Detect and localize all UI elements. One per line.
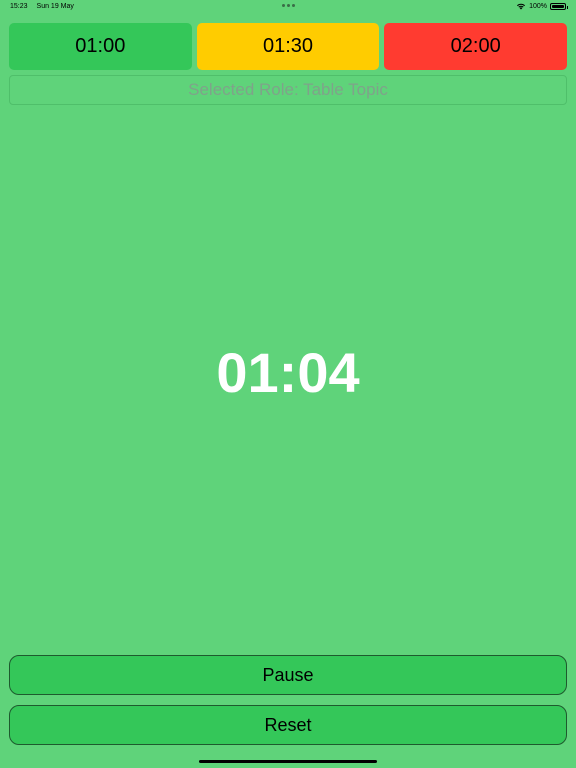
battery-fill	[552, 4, 564, 8]
multitasking-dots[interactable]	[282, 4, 295, 7]
pause-button[interactable]: Pause	[9, 655, 567, 695]
status-left: 15:23 Sun 19 May	[10, 3, 74, 10]
status-date: Sun 19 May	[36, 3, 74, 10]
time-preset-1min30-button[interactable]: 01:30	[196, 23, 380, 70]
dot-icon	[292, 4, 295, 7]
timer-display: 01:04	[216, 341, 360, 404]
battery-icon	[550, 2, 568, 10]
dot-icon	[287, 4, 290, 7]
reset-button-label: Reset	[264, 714, 312, 735]
battery-percent: 100%	[529, 2, 547, 10]
status-right: 100%	[516, 2, 568, 10]
time-preset-1min-button[interactable]: 01:00	[9, 23, 192, 70]
time-preset-2min-button[interactable]: 02:00	[384, 23, 568, 70]
selected-role-field[interactable]: Selected Role: Table Topic	[9, 75, 567, 105]
selected-role-label: Selected Role: Table Topic	[188, 80, 388, 99]
status-bar: 15:23 Sun 19 May 100%	[0, 0, 576, 14]
time-preset-row: 01:00 01:30 02:00	[9, 23, 568, 70]
status-time: 15:23	[10, 3, 28, 10]
wifi-icon	[517, 3, 526, 10]
home-indicator[interactable]	[199, 760, 377, 763]
pause-button-label: Pause	[262, 664, 314, 685]
dot-icon	[282, 4, 285, 7]
reset-button[interactable]: Reset	[9, 705, 567, 745]
